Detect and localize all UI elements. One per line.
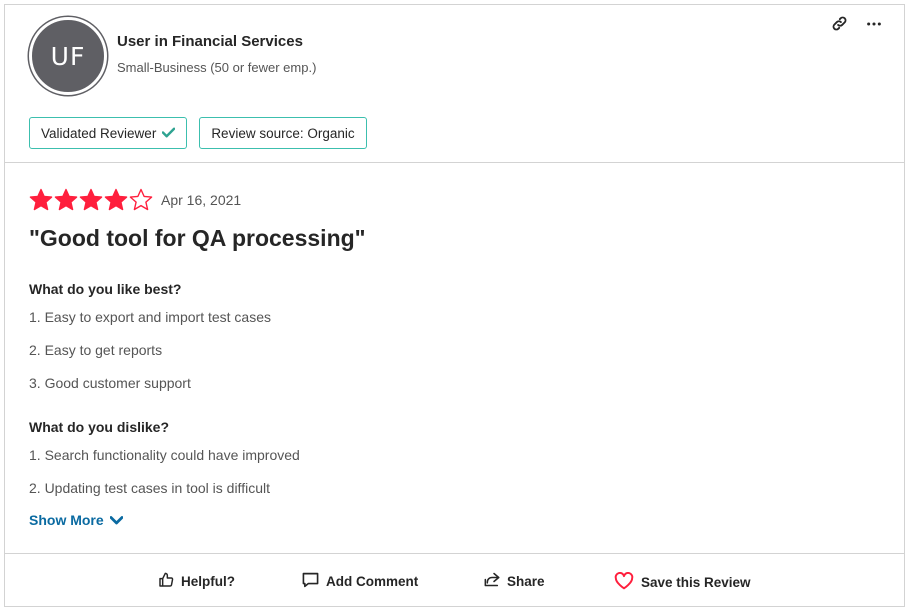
reviewer-name: User in Financial Services (117, 33, 303, 50)
dislike-question: What do you dislike? (29, 419, 170, 435)
save-review-button[interactable]: Save this Review (614, 571, 751, 593)
review-source-badge: Review source: Organic (199, 117, 367, 149)
like-line: 1. Easy to export and import test cases (29, 309, 272, 325)
star-empty-icon (129, 188, 153, 212)
link-icon[interactable] (831, 15, 848, 32)
thumbs-up-icon (158, 572, 174, 591)
star-rating (29, 188, 153, 212)
review-actions: Helpful? Add Comment Share Save this Rev… (5, 554, 904, 608)
rating-row: Apr 16, 2021 (29, 188, 241, 212)
like-line: 2. Easy to get reports (29, 342, 163, 358)
add-comment-label: Add Comment (326, 574, 419, 589)
like-question: What do you like best? (29, 281, 182, 297)
star-filled-icon (104, 188, 128, 212)
more-options-icon[interactable] (866, 16, 882, 32)
review-title: "Good tool for QA processing" (29, 225, 366, 251)
save-review-label: Save this Review (641, 575, 751, 590)
add-comment-button[interactable]: Add Comment (302, 572, 418, 591)
avatar-initials: UF (50, 41, 86, 71)
review-card: UF User in Financial Services Small-Busi… (4, 4, 905, 607)
check-icon (162, 125, 176, 141)
star-filled-icon (29, 188, 53, 212)
badges: Validated Reviewer Review source: Organi… (29, 117, 367, 149)
like-line: 3. Good customer support (29, 375, 191, 391)
review-source-label: Review source: Organic (211, 125, 355, 141)
show-more-label: Show More (29, 512, 104, 528)
heart-icon (614, 571, 634, 593)
helpful-label: Helpful? (181, 574, 235, 589)
avatar: UF (29, 17, 107, 95)
dislike-line: 2. Updating test cases in tool is diffic… (29, 480, 270, 496)
divider (5, 162, 904, 163)
review-date: Apr 16, 2021 (161, 192, 242, 208)
top-icons (831, 15, 882, 32)
dislike-line: 1. Search functionality could have impro… (29, 447, 300, 463)
validated-reviewer-badge: Validated Reviewer (29, 117, 188, 149)
reviewer-company-size: Small-Business (50 or fewer emp.) (117, 60, 317, 75)
share-button[interactable]: Share (484, 572, 545, 590)
comment-icon (302, 572, 319, 591)
chevron-down-icon (109, 512, 124, 528)
share-icon (484, 572, 500, 590)
share-label: Share (507, 573, 545, 589)
validated-reviewer-label: Validated Reviewer (41, 125, 157, 141)
helpful-button[interactable]: Helpful? (158, 572, 235, 591)
star-filled-icon (54, 188, 78, 212)
star-filled-icon (79, 188, 103, 212)
show-more-link[interactable]: Show More (29, 512, 124, 528)
